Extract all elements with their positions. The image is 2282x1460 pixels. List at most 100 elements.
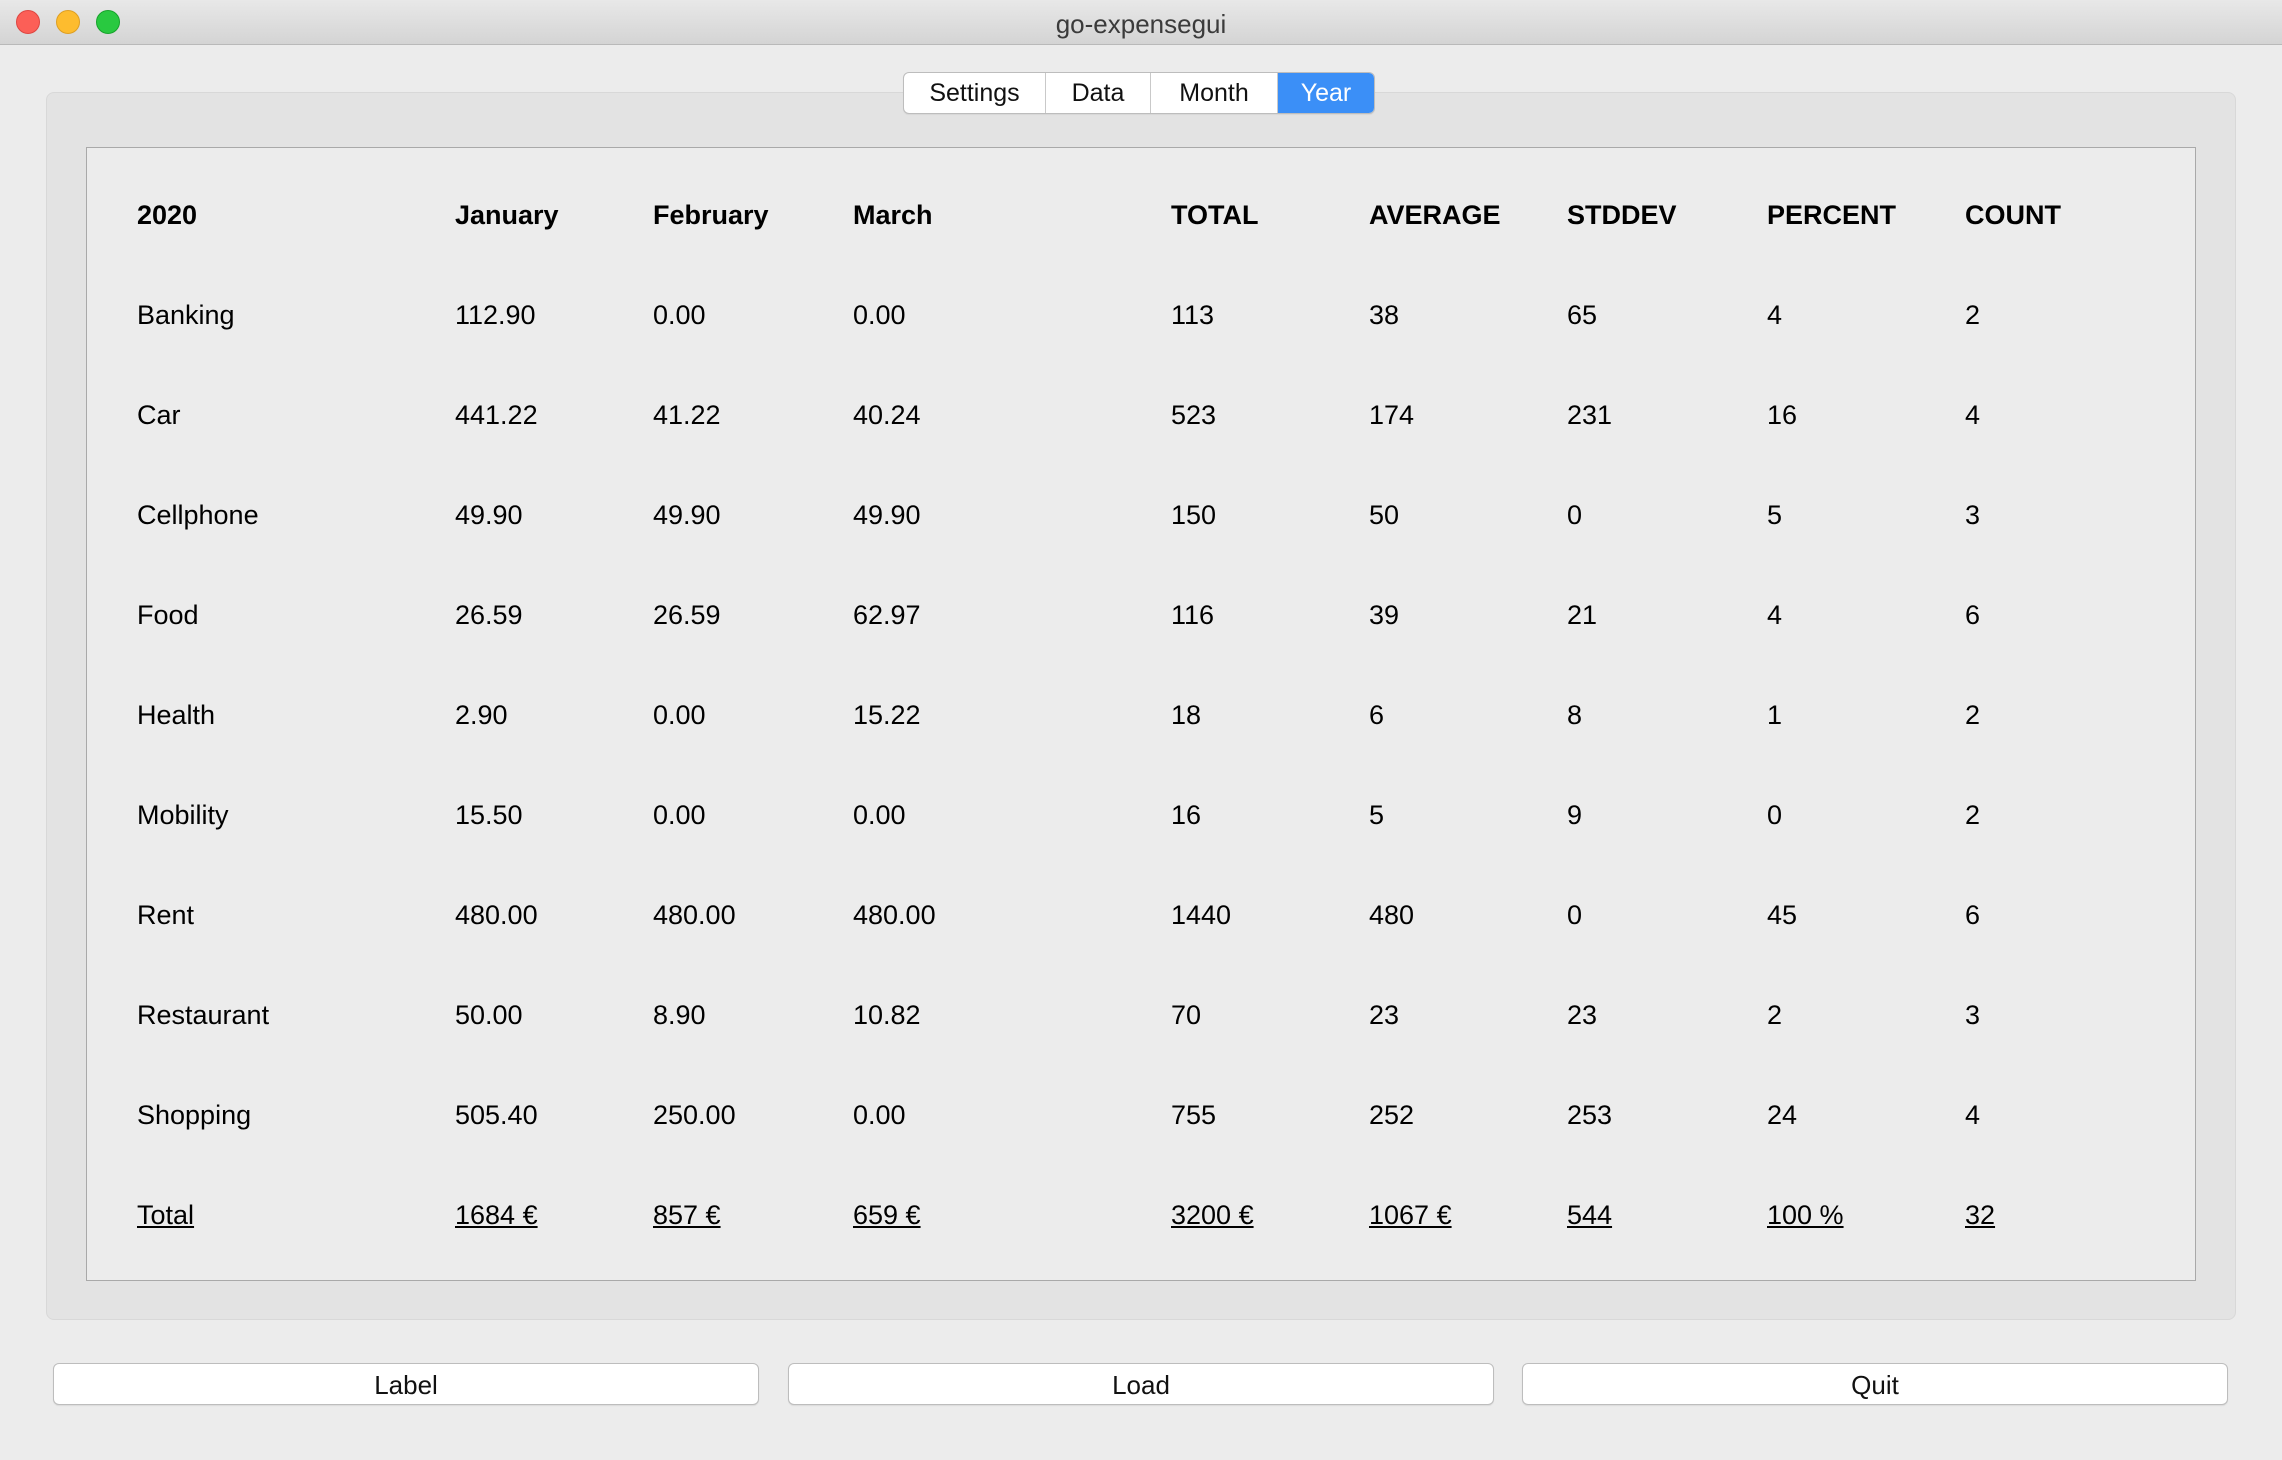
- header-percent: PERCENT: [1767, 200, 1897, 230]
- category-cell: Cellphone: [137, 500, 259, 530]
- value-cell: 441.22: [455, 400, 538, 430]
- value-cell: 23: [1369, 1000, 1400, 1030]
- value-cell: 16: [1767, 400, 1798, 430]
- total-percent: 100 %: [1767, 1200, 1844, 1230]
- value-cell: 3: [1965, 500, 1981, 530]
- total-label: Total: [137, 1200, 195, 1230]
- table-total-row: Total 1684 € 857 € 659 € 3200 € 1067 € 5…: [87, 1195, 2195, 1235]
- value-cell: 23: [1567, 1000, 1598, 1030]
- value-cell: 250.00: [653, 1100, 736, 1130]
- header-march: March: [853, 200, 933, 230]
- value-cell: 116: [1171, 600, 1215, 630]
- value-cell: 480.00: [653, 900, 736, 930]
- category-cell: Shopping: [137, 1100, 252, 1130]
- table-row: Mobility 15.50 0.00 0.00 16 5 9 0 2: [87, 795, 2195, 835]
- header-stddev: STDDEV: [1567, 200, 1677, 230]
- value-cell: 523: [1171, 400, 1217, 430]
- value-cell: 9: [1567, 800, 1583, 830]
- value-cell: 150: [1171, 500, 1217, 530]
- value-cell: 755: [1171, 1100, 1217, 1130]
- value-cell: 41.22: [653, 400, 721, 430]
- value-cell: 15.50: [455, 800, 523, 830]
- category-cell: Car: [137, 400, 181, 430]
- value-cell: 8.90: [653, 1000, 706, 1030]
- value-cell: 0.00: [653, 700, 706, 730]
- category-cell: Mobility: [137, 800, 229, 830]
- value-cell: 16: [1171, 800, 1202, 830]
- category-cell: Rent: [137, 900, 195, 930]
- table-row: Health 2.90 0.00 15.22 18 6 8 1 2: [87, 695, 2195, 735]
- quit-button[interactable]: Quit: [1522, 1363, 2228, 1405]
- total-stddev: 544: [1567, 1200, 1613, 1230]
- value-cell: 70: [1171, 1000, 1202, 1030]
- value-cell: 0.00: [653, 800, 706, 830]
- value-cell: 26.59: [455, 600, 523, 630]
- value-cell: 6: [1369, 700, 1385, 730]
- value-cell: 253: [1567, 1100, 1613, 1130]
- value-cell: 0: [1767, 800, 1783, 830]
- header-february: February: [653, 200, 769, 230]
- value-cell: 0: [1567, 500, 1583, 530]
- tab-settings[interactable]: Settings: [904, 73, 1046, 113]
- value-cell: 2: [1965, 700, 1981, 730]
- tab-month[interactable]: Month: [1151, 73, 1278, 113]
- label-button[interactable]: Label: [53, 1363, 759, 1405]
- table-header-row: 2020 January February March TOTAL AVERAG…: [87, 195, 2195, 235]
- tab-bar: Settings Data Month Year: [903, 72, 1375, 114]
- value-cell: 6: [1965, 600, 1981, 630]
- total-february: 857 €: [653, 1200, 721, 1230]
- title-bar: go-expensegui: [0, 0, 2282, 45]
- header-total: TOTAL: [1171, 200, 1259, 230]
- value-cell: 231: [1567, 400, 1613, 430]
- value-cell: 49.90: [455, 500, 523, 530]
- value-cell: 15.22: [853, 700, 921, 730]
- tab-data[interactable]: Data: [1046, 73, 1151, 113]
- table-row: Car 441.22 41.22 40.24 523 174 231 16 4: [87, 395, 2195, 435]
- value-cell: 6: [1965, 900, 1981, 930]
- value-cell: 480: [1369, 900, 1415, 930]
- table-row: Rent 480.00 480.00 480.00 1440 480 0 45 …: [87, 895, 2195, 935]
- value-cell: 1440: [1171, 900, 1232, 930]
- value-cell: 0.00: [853, 300, 906, 330]
- value-cell: 1: [1767, 700, 1783, 730]
- value-cell: 113: [1171, 300, 1215, 330]
- value-cell: 24: [1767, 1100, 1798, 1130]
- table-row: Cellphone 49.90 49.90 49.90 150 50 0 5 3: [87, 495, 2195, 535]
- value-cell: 480.00: [455, 900, 538, 930]
- category-cell: Food: [137, 600, 199, 630]
- value-cell: 2: [1965, 800, 1981, 830]
- value-cell: 50.00: [455, 1000, 523, 1030]
- value-cell: 65: [1567, 300, 1598, 330]
- value-cell: 39: [1369, 600, 1400, 630]
- value-cell: 0.00: [853, 800, 906, 830]
- category-cell: Banking: [137, 300, 235, 330]
- value-cell: 38: [1369, 300, 1400, 330]
- tab-year[interactable]: Year: [1278, 73, 1374, 113]
- value-cell: 26.59: [653, 600, 721, 630]
- total-average: 1067 €: [1369, 1200, 1452, 1230]
- value-cell: 0.00: [853, 1100, 906, 1130]
- year-summary-table: 2020 January February March TOTAL AVERAG…: [86, 147, 2196, 1281]
- total-count: 32: [1965, 1200, 1996, 1230]
- value-cell: 45: [1767, 900, 1798, 930]
- value-cell: 112.90: [455, 300, 536, 330]
- value-cell: 18: [1171, 700, 1202, 730]
- value-cell: 49.90: [853, 500, 921, 530]
- total-total: 3200 €: [1171, 1200, 1254, 1230]
- value-cell: 8: [1567, 700, 1583, 730]
- value-cell: 21: [1567, 600, 1598, 630]
- value-cell: 0.00: [653, 300, 706, 330]
- value-cell: 480.00: [853, 900, 936, 930]
- value-cell: 3: [1965, 1000, 1981, 1030]
- value-cell: 4: [1767, 300, 1783, 330]
- total-january: 1684 €: [455, 1200, 538, 1230]
- value-cell: 10.82: [853, 1000, 921, 1030]
- load-button[interactable]: Load: [788, 1363, 1494, 1405]
- value-cell: 62.97: [853, 600, 921, 630]
- window-title: go-expensegui: [1055, 9, 1227, 39]
- total-march: 659 €: [853, 1200, 921, 1230]
- value-cell: 5: [1369, 800, 1385, 830]
- header-average: AVERAGE: [1369, 200, 1501, 230]
- value-cell: 2.90: [455, 700, 508, 730]
- value-cell: 0: [1567, 900, 1583, 930]
